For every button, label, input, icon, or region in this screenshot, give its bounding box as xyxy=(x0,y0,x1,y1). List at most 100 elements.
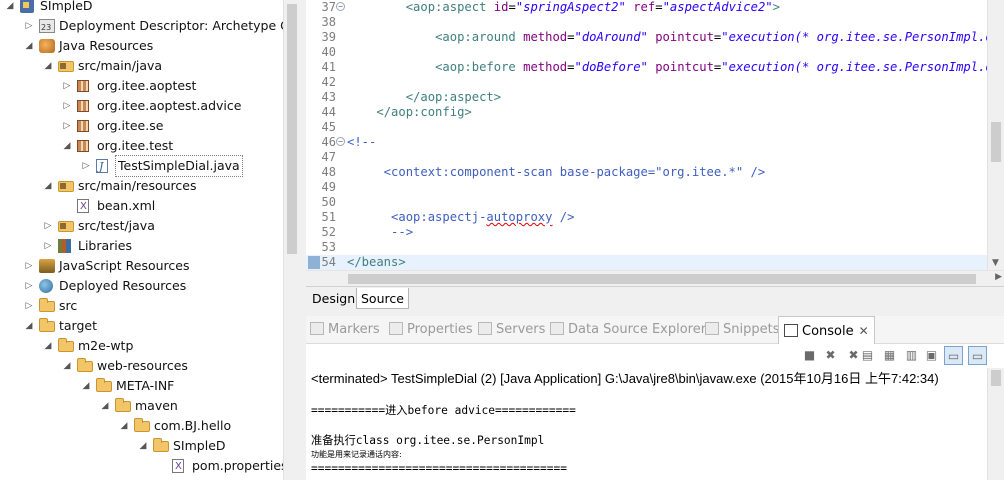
tree-deployment-descriptor[interactable]: ▷ Deployment Descriptor: Archetype Crea xyxy=(0,16,283,38)
editor-vertical-scrollbar[interactable]: ▼ xyxy=(987,0,1004,270)
tab-source[interactable]: Source xyxy=(356,288,409,309)
display-selected-console-button[interactable]: ▭ xyxy=(944,346,963,365)
collapse-arrow-icon[interactable]: ◢ xyxy=(23,316,35,336)
fold-toggle-icon[interactable]: − xyxy=(336,2,345,11)
code-line[interactable]: 50 xyxy=(306,195,1004,210)
tree-java-resources[interactable]: ◢ Java Resources xyxy=(0,36,283,56)
code-line[interactable]: 41 <aop:before method="doBefore" pointcu… xyxy=(306,60,1004,75)
tree-file-testsimpledial[interactable]: ▷ TestSimpleDial.java xyxy=(0,155,283,177)
expand-arrow-icon[interactable]: ▷ xyxy=(23,296,35,316)
clear-console-button[interactable]: ▤ xyxy=(858,346,877,365)
tree-folder-m2e-wtp[interactable]: ◢ m2e-wtp xyxy=(0,336,283,356)
collapse-arrow-icon[interactable]: ◢ xyxy=(23,36,35,56)
console-output[interactable]: <terminated> TestSimpleDial (2) [Java Ap… xyxy=(306,368,1004,480)
collapse-arrow-icon[interactable]: ◢ xyxy=(42,56,54,76)
collapse-arrow-icon[interactable]: ◢ xyxy=(61,136,73,156)
tree-javascript-resources[interactable]: ▷ JavaScript Resources xyxy=(0,256,283,276)
collapse-arrow-icon[interactable]: ◢ xyxy=(99,396,111,416)
collapse-arrow-icon[interactable]: ◢ xyxy=(80,376,92,396)
tree-file-pom-properties[interactable]: pom.properties xyxy=(0,456,283,477)
fold-toggle-icon[interactable]: − xyxy=(336,137,345,146)
editor-horizontal-scrollbar[interactable]: ▶ xyxy=(306,270,1004,286)
code-line[interactable]: 38 xyxy=(306,15,1004,30)
code-line[interactable]: 43 </aop:aspect> xyxy=(306,90,1004,105)
tree-item-label: org.itee.aoptest xyxy=(97,78,197,93)
horizontal-sash[interactable] xyxy=(306,309,1004,316)
code-line[interactable]: 37− <aop:aspect id="springAspect2" ref="… xyxy=(306,0,1004,15)
tab-properties[interactable]: Properties xyxy=(389,316,473,344)
code-line[interactable]: 46− <!-- xyxy=(306,135,1004,150)
expand-arrow-icon[interactable]: ▷ xyxy=(23,256,35,276)
collapse-arrow-icon[interactable]: ◢ xyxy=(42,176,54,196)
code-line[interactable]: 44 </aop:config> xyxy=(306,105,1004,120)
tree-folder-maven[interactable]: ◢ maven xyxy=(0,396,283,416)
expand-arrow-icon[interactable]: ▷ xyxy=(42,236,54,256)
code-line[interactable]: 42 xyxy=(306,75,1004,90)
tree-deployed-resources[interactable]: ▷ Deployed Resources xyxy=(0,276,283,296)
console-scrollbar[interactable] xyxy=(987,368,1004,480)
collapse-arrow-icon[interactable]: ◢ xyxy=(4,0,16,16)
code-line[interactable]: 54 </beans> xyxy=(306,255,1004,270)
editor-hscroll-thumb[interactable] xyxy=(348,274,976,284)
tab-snippets[interactable]: Snippets xyxy=(705,316,779,344)
code-line[interactable]: 47 xyxy=(306,150,1004,165)
code-line[interactable]: 45 xyxy=(306,120,1004,135)
explorer-scroll-thumb[interactable] xyxy=(287,4,297,254)
tree-folder-meta-inf[interactable]: ◢ META-INF xyxy=(0,376,283,396)
scroll-right-arrow-icon[interactable]: ▶ xyxy=(995,272,1002,282)
expand-arrow-icon[interactable]: ▷ xyxy=(61,76,73,96)
line-number: 39 xyxy=(321,30,336,44)
expand-arrow-icon[interactable]: ▷ xyxy=(23,276,35,296)
scroll-down-arrow-icon[interactable]: ▼ xyxy=(992,258,999,268)
expand-arrow-icon[interactable]: ▷ xyxy=(61,96,73,116)
pin-console-button[interactable]: ▣ xyxy=(922,346,941,365)
tree-libraries[interactable]: ▷ Libraries xyxy=(0,236,283,256)
tree-pkg-se[interactable]: ▷ org.itee.se xyxy=(0,116,283,136)
file-icon xyxy=(172,457,184,477)
word-wrap-button[interactable]: ▥ xyxy=(902,346,921,365)
collapse-arrow-icon[interactable]: ◢ xyxy=(42,336,54,356)
code-line[interactable]: 48 <context:component-scan base-package=… xyxy=(306,165,1004,180)
code-line[interactable]: 40 xyxy=(306,45,1004,60)
expand-arrow-icon[interactable]: ▷ xyxy=(42,216,54,236)
expand-arrow-icon[interactable]: ▷ xyxy=(23,16,35,36)
tree-pkg-aoptest-advice[interactable]: ▷ org.itee.aoptest.advice xyxy=(0,96,283,116)
tree-file-bean-xml[interactable]: bean.xml xyxy=(0,196,283,217)
terminate-button[interactable]: ■ xyxy=(800,346,819,365)
explorer-scrollbar[interactable] xyxy=(283,0,300,480)
console-scroll-thumb[interactable] xyxy=(991,370,1001,386)
tree-folder-com-bj-hello[interactable]: ◢ com.BJ.hello xyxy=(0,416,283,436)
code-line[interactable]: 39 <aop:around method="doAround" pointcu… xyxy=(306,30,1004,45)
code-line[interactable]: 53 xyxy=(306,240,1004,255)
tree-src-main-java[interactable]: ◢ src/main/java xyxy=(0,56,283,76)
scroll-lock-button[interactable]: ▦ xyxy=(880,346,899,365)
tree-item-label: src/main/java xyxy=(78,58,163,73)
collapse-arrow-icon[interactable]: ◢ xyxy=(118,416,130,436)
tree-src-test-java[interactable]: ▷ src/test/java xyxy=(0,216,283,236)
open-console-button[interactable]: ▭ xyxy=(968,346,987,365)
tree-folder-web-resources[interactable]: ◢ web-resources xyxy=(0,356,283,376)
tree-folder-simpled[interactable]: ◢ SImpleD xyxy=(0,436,283,456)
tree-folder-src[interactable]: ▷ src xyxy=(0,296,283,316)
code-line[interactable]: 49 xyxy=(306,180,1004,195)
editor-vscroll-thumb[interactable] xyxy=(991,122,1001,162)
close-icon[interactable]: ✕ xyxy=(859,324,869,338)
tab-console[interactable]: Console ✕ xyxy=(778,316,875,344)
collapse-arrow-icon[interactable]: ◢ xyxy=(137,436,149,456)
tree-pkg-aoptest[interactable]: ▷ org.itee.aoptest xyxy=(0,76,283,96)
tab-design[interactable]: Design xyxy=(308,288,359,309)
tab-servers[interactable]: Servers xyxy=(478,316,545,344)
expand-arrow-icon[interactable]: ▷ xyxy=(80,156,92,176)
xml-editor[interactable]: 37− <aop:aspect id="springAspect2" ref="… xyxy=(306,0,1004,286)
code-line[interactable]: 51 <aop:aspectj-autoproxy /> xyxy=(306,210,1004,225)
tab-data-source-explorer[interactable]: Data Source Explorer xyxy=(550,316,706,344)
tree-pkg-test[interactable]: ◢ org.itee.test xyxy=(0,136,283,156)
tab-markers[interactable]: Markers xyxy=(310,316,380,344)
code-line[interactable]: 52 --> xyxy=(306,225,1004,240)
expand-arrow-icon[interactable]: ▷ xyxy=(61,116,73,136)
tree-src-main-resources[interactable]: ◢ src/main/resources xyxy=(0,176,283,196)
remove-launch-button[interactable]: ✖ xyxy=(821,346,840,365)
tree-project-simpled[interactable]: ◢ SImpleD xyxy=(0,0,283,16)
collapse-arrow-icon[interactable]: ◢ xyxy=(61,356,73,376)
tree-folder-target[interactable]: ◢ target xyxy=(0,316,283,336)
